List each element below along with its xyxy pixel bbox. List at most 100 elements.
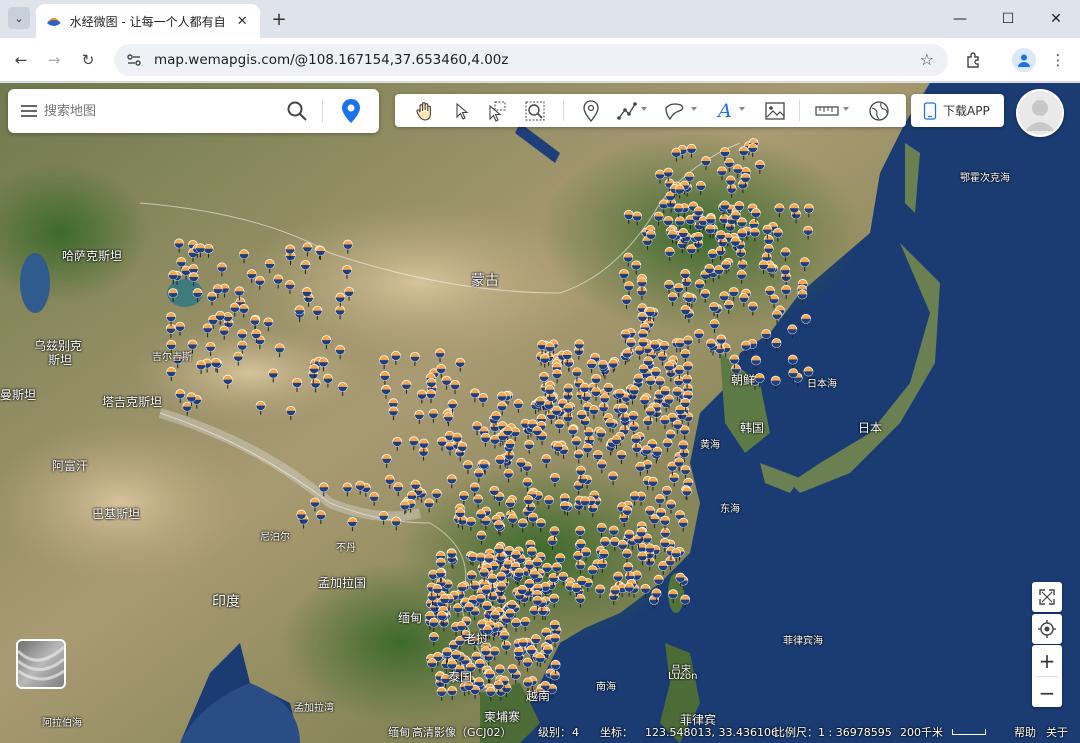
toolbar-divider — [563, 100, 564, 121]
satellite-basemap — [0, 83, 1080, 743]
search-icon[interactable] — [286, 100, 308, 122]
locate-me-button[interactable] — [1032, 614, 1062, 644]
map-label: Luzon — [668, 671, 698, 682]
map-label: 菲律宾海 — [783, 636, 823, 647]
help-link[interactable]: 帮助 — [1014, 724, 1036, 740]
toolbar-divider — [799, 100, 800, 121]
map-status-bar: 缅甸 高清影像（GCJ02） 级别： 4 坐标： 123.548013, 33.… — [388, 721, 1080, 743]
zoom-controls: + − — [1032, 645, 1062, 707]
user-avatar[interactable] — [1016, 89, 1064, 137]
zoom-in-button[interactable]: + — [1032, 645, 1062, 676]
map-label: 日本海 — [807, 379, 837, 390]
browser-tab[interactable]: 水经微图 - 让每一个人都有自己 ✕ — [36, 4, 260, 38]
forward-arrow-icon[interactable]: → — [43, 49, 65, 71]
globe-icon[interactable] — [867, 99, 891, 123]
map-label: 缅甸 — [398, 611, 423, 625]
polygon-icon[interactable] — [663, 99, 687, 123]
bookmark-star-icon[interactable]: ☆ — [920, 50, 934, 69]
drawing-toolbar: A — [395, 94, 906, 127]
map-label: 不丹 — [336, 543, 356, 554]
map-label: 南海 — [596, 682, 616, 693]
status-scale: 1 : 36978595 — [818, 725, 892, 739]
map-label: 日本 — [858, 421, 883, 435]
map-label: 斯坦 — [48, 353, 73, 367]
site-favicon-icon — [46, 18, 61, 26]
status-level: 4 — [572, 725, 579, 739]
map-label: 阿拉伯海 — [42, 718, 82, 729]
text-icon[interactable]: A — [713, 99, 737, 123]
map-label: 曼斯坦 — [0, 388, 37, 402]
hand-pan-icon[interactable] — [413, 99, 437, 123]
fullscreen-button[interactable] — [1032, 582, 1062, 612]
site-info-icon[interactable] — [126, 52, 142, 68]
image-icon[interactable] — [763, 99, 787, 123]
map-label: 东海 — [720, 504, 740, 515]
tab-search-dropdown[interactable]: ⌄ — [8, 7, 30, 29]
search-input[interactable] — [44, 100, 274, 122]
text-dropdown-icon[interactable] — [739, 107, 745, 111]
location-pin-icon[interactable] — [340, 98, 362, 124]
url-text: map.wemapgis.com/@108.167154,37.653460,4… — [154, 52, 509, 68]
status-scale-label: 比例尺： — [774, 726, 818, 739]
status-coord: 123.548013, 33.436106 — [645, 725, 778, 739]
more-menu-icon[interactable]: ⋮ — [1046, 48, 1070, 72]
zoom-box-icon[interactable] — [523, 99, 547, 123]
address-bar[interactable]: map.wemapgis.com/@108.167154,37.653460,4… — [114, 44, 948, 76]
browser-toolbar: ← → ↻ map.wemapgis.com/@108.167154,37.65… — [0, 38, 1080, 82]
close-window-button[interactable]: ✕ — [1032, 0, 1080, 38]
layer-preview-icon — [18, 645, 64, 681]
about-link[interactable]: 关于 — [1046, 724, 1068, 740]
map-label: 黄海 — [700, 440, 720, 451]
polyline-icon[interactable] — [615, 99, 639, 123]
map-label: 泰国 — [448, 670, 473, 684]
polygon-dropdown-icon[interactable] — [691, 107, 697, 111]
minimize-button[interactable]: — — [936, 0, 984, 38]
map-label: 孟加拉湾 — [294, 703, 334, 714]
map-label: 巴基斯坦 — [92, 507, 141, 521]
tab-close-icon[interactable]: ✕ — [234, 14, 250, 29]
map-label: 哈萨克斯坦 — [62, 249, 123, 263]
map-label: 朝鲜 — [731, 373, 756, 387]
browser-tabbar: ⌄ 水经微图 - 让每一个人都有自己 ✕ + — ☐ ✕ — [0, 0, 1080, 38]
box-select-icon[interactable] — [485, 99, 509, 123]
ruler-dropdown-icon[interactable] — [843, 107, 849, 111]
status-coord-label: 坐标： — [600, 726, 633, 739]
map-label: 尼泊尔 — [260, 532, 290, 543]
search-divider — [322, 99, 323, 123]
map-label: 阿富汗 — [52, 459, 89, 473]
marker-icon[interactable] — [579, 99, 603, 123]
map-label: 蒙古 — [471, 273, 499, 289]
map-label: 印度 — [212, 594, 240, 610]
maximize-button[interactable]: ☐ — [984, 0, 1032, 38]
map-search-box — [8, 89, 379, 133]
layer-switch-thumbnail[interactable] — [16, 639, 66, 689]
back-arrow-icon[interactable]: ← — [10, 49, 32, 71]
map-label: 韩国 — [740, 421, 765, 435]
map-canvas[interactable]: 蒙古 哈萨克斯坦 乌兹别克 斯坦 吉尔吉斯 塔吉克斯坦 曼斯坦 阿富汗 巴基斯坦 尼泊尔 不丹 孟加拉… — [0, 83, 1080, 743]
map-label: 老挝 — [464, 632, 489, 646]
download-app-button[interactable]: 下载APP — [911, 94, 1004, 127]
polyline-dropdown-icon[interactable] — [641, 107, 647, 111]
download-app-label: 下载APP — [943, 104, 990, 118]
fullscreen-icon — [1039, 589, 1055, 605]
reload-icon[interactable]: ↻ — [77, 49, 99, 71]
map-label: 吉尔吉斯 — [152, 352, 192, 363]
ruler-icon[interactable] — [815, 99, 839, 123]
new-tab-button[interactable]: + — [268, 8, 290, 30]
map-label: 塔吉克斯坦 — [102, 395, 163, 409]
menu-icon[interactable] — [20, 102, 38, 120]
map-label: 越南 — [526, 689, 551, 703]
select-arrow-icon[interactable] — [450, 99, 474, 123]
user-icon — [1025, 100, 1055, 131]
zoom-out-button[interactable]: − — [1032, 677, 1062, 708]
map-label: 孟加拉国 — [318, 576, 367, 590]
tab-title: 水经微图 - 让每一个人都有自己 — [69, 14, 227, 29]
status-layer: 高清影像（GCJ02） — [412, 726, 512, 739]
extensions-icon[interactable] — [962, 48, 986, 72]
phone-icon — [923, 101, 937, 120]
window-controls: — ☐ ✕ — [936, 0, 1080, 38]
scale-bar — [952, 729, 986, 735]
profile-avatar-icon[interactable] — [1012, 48, 1036, 72]
map-label: 鄂霍次克海 — [960, 173, 1010, 184]
status-layer-prefix: 缅甸 — [388, 726, 410, 739]
